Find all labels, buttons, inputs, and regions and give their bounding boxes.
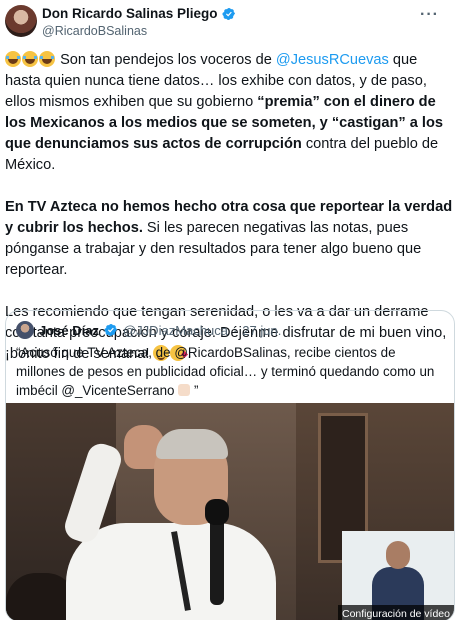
laughing-emoji-icon bbox=[22, 51, 38, 67]
text-segment: ” bbox=[193, 383, 199, 398]
tweet-paragraph-1: Son tan pendejos los voceros de @JesusRC… bbox=[5, 50, 455, 176]
video-player[interactable] bbox=[6, 403, 454, 620]
video-speaker-body bbox=[66, 523, 276, 620]
author-name[interactable]: Don Ricardo Salinas Pliego bbox=[42, 6, 218, 21]
quoted-date: 27 jun. bbox=[242, 322, 282, 338]
video-settings-caption[interactable]: Configuración de vídeo bbox=[338, 605, 454, 620]
tweet-header: Don Ricardo Salinas Pliego @RicardoBSali… bbox=[0, 0, 455, 44]
author-avatar[interactable] bbox=[5, 5, 37, 37]
interpreter-head bbox=[386, 541, 410, 569]
verified-badge-icon bbox=[104, 324, 117, 336]
author-handle: @RicardoBSalinas bbox=[42, 24, 148, 38]
quoted-author-handle: @JJDiazMachuca bbox=[122, 322, 228, 338]
text-segment: Son tan pendejos los voceros de bbox=[60, 52, 276, 68]
quoted-tweet-header: José Díaz @JJDiazMachuca · 27 jun. bbox=[16, 321, 281, 339]
verified-badge-icon bbox=[221, 7, 235, 20]
quoted-mention: @_VicenteSerrano bbox=[61, 383, 175, 398]
tweet-paragraph-2: En TV Azteca no hemos hecho otra cosa qu… bbox=[5, 197, 455, 281]
pointing-left-emoji-icon bbox=[178, 384, 191, 396]
laughing-emoji-icon bbox=[5, 51, 21, 67]
mention-link[interactable]: @JesusRCuevas bbox=[276, 52, 389, 68]
text-segment: “Acusó que TV Azteca, de bbox=[16, 345, 175, 360]
quoted-mention: @RicardoBSalinas bbox=[174, 345, 287, 360]
video-speaker-hair bbox=[156, 429, 228, 459]
quoted-tweet[interactable]: José Díaz @JJDiazMachuca · 27 jun. “Acus… bbox=[5, 310, 455, 620]
author-name-row: Don Ricardo Salinas Pliego bbox=[42, 6, 236, 21]
quoted-tweet-text: “Acusó que TV Azteca, de @RicardoBSalina… bbox=[16, 343, 446, 400]
quoted-author-avatar bbox=[16, 321, 34, 339]
separator-dot: · bbox=[232, 322, 238, 338]
laughing-emoji-icon bbox=[39, 51, 55, 67]
quoted-author-name: José Díaz bbox=[39, 322, 99, 338]
microphone-head bbox=[205, 499, 229, 525]
more-icon[interactable]: ··· bbox=[420, 6, 439, 24]
